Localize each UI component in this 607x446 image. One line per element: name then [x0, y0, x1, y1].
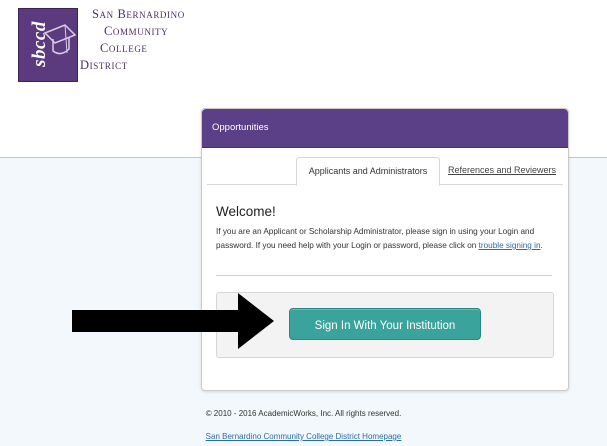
login-tabs: Applicants and Administrators References… [202, 155, 568, 186]
section-divider [216, 275, 552, 276]
right-arrow-icon [72, 293, 274, 349]
tab-references-reviewers[interactable]: References and Reviewers [442, 157, 562, 184]
logo-line-3: College [100, 41, 148, 55]
graduation-cap-icon [43, 24, 77, 55]
trouble-signing-in-link[interactable]: trouble signing in [479, 241, 541, 250]
logo-emblem: sbccd [18, 8, 78, 82]
tab-applicants-administrators[interactable]: Applicants and Administrators [296, 157, 440, 186]
logo-line-1: San Bernardino [92, 7, 185, 21]
card-header: Opportunities [202, 109, 568, 148]
logo-line-4: District [80, 58, 128, 72]
login-instructions: If you are an Applicant or Scholarship A… [216, 225, 556, 253]
district-homepage-link[interactable]: San Bernardino Community College Distric… [0, 432, 607, 441]
instructions-end: . [540, 241, 543, 250]
welcome-heading: Welcome! [216, 204, 276, 219]
copyright-text: © 2010 - 2016 AcademicWorks, Inc. All ri… [205, 409, 402, 418]
sbccd-logo: sbccd San Bernardino Community College D… [4, 4, 202, 82]
sign-in-institution-button[interactable]: Sign In With Your Institution [289, 308, 481, 340]
logo-line-2: Community [104, 24, 169, 38]
logo-wordmark: San Bernardino Community College Distric… [80, 6, 185, 74]
